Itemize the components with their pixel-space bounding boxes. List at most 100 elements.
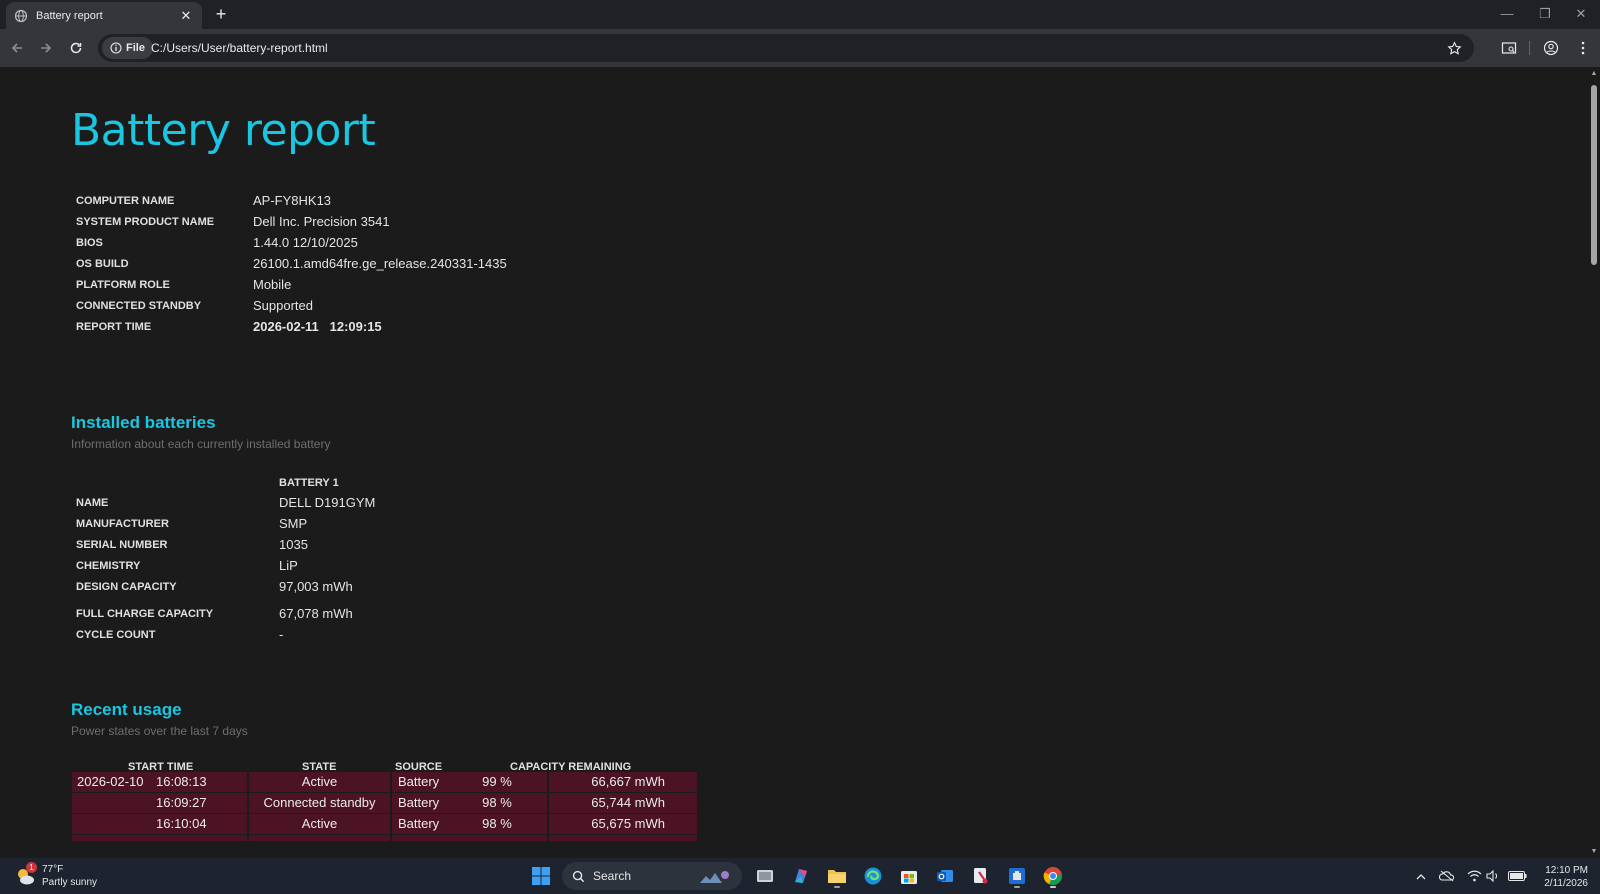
wifi-icon[interactable]: [1466, 868, 1482, 884]
battery-column-header: BATTERY 1: [279, 477, 339, 489]
battery-row: FULL CHARGE CAPACITY 67,078 mWh: [76, 606, 776, 626]
search-label: Search: [593, 869, 632, 883]
table-row: 2026-02-10 16:08:13 Active Battery 99 % …: [72, 772, 697, 792]
file-explorer-icon[interactable]: [824, 863, 850, 889]
battery-value: 67,078 mWh: [279, 606, 353, 621]
battery-label: FULL CHARGE CAPACITY: [76, 608, 214, 620]
battery-value: LiP: [279, 558, 298, 573]
battery-row: MANUFACTURER SMP: [76, 516, 776, 536]
mwh-cell: 65,675 mWh: [549, 814, 697, 834]
info-label: PLATFORM ROLE: [76, 279, 170, 291]
outlook-icon[interactable]: [932, 863, 958, 889]
restore-button[interactable]: ❐: [1526, 0, 1564, 27]
microsoft-365-icon[interactable]: [788, 863, 814, 889]
mwh-cell: 66,667 mWh: [549, 772, 697, 792]
recent-usage-heading: Recent usage: [71, 700, 182, 719]
state-cell: Active: [249, 772, 390, 792]
site-info-label: File: [126, 42, 145, 54]
address-bar[interactable]: File C:/Users/User/battery-report.html: [98, 34, 1474, 62]
page-content: Battery report COMPUTER NAME AP-FY8HK13 S…: [0, 67, 1588, 858]
toolbar-divider: [1529, 41, 1530, 55]
start-time: 16:08:13: [156, 774, 207, 789]
mwh-cell: [549, 835, 697, 841]
battery-label: DESIGN CAPACITY: [76, 581, 177, 593]
reload-icon: [70, 42, 82, 54]
close-tab-icon[interactable]: ✕: [178, 8, 194, 24]
show-hidden-icons-chevron-icon[interactable]: [1413, 868, 1429, 884]
back-arrow-icon: [11, 43, 22, 53]
percent-cell: 99 %: [447, 772, 547, 792]
snipping-tool-icon[interactable]: [968, 863, 994, 889]
volume-icon[interactable]: [1485, 868, 1501, 884]
microsoft-store-icon[interactable]: [896, 863, 922, 889]
scroll-up-icon[interactable]: ▲: [1590, 70, 1598, 77]
system-info-row: PLATFORM ROLE Mobile: [76, 277, 776, 297]
bookmark-star-icon[interactable]: [1444, 38, 1464, 58]
new-tab-button[interactable]: +: [210, 3, 232, 25]
start-button[interactable]: [528, 863, 554, 889]
info-value: AP-FY8HK13: [253, 193, 332, 208]
battery-value: DELL D191GYM: [279, 495, 376, 510]
report-time-value: 2026-02-11 12:09:15: [253, 319, 382, 334]
system-info-row: COMPUTER NAME AP-FY8HK13: [76, 193, 776, 213]
start-time: 16:10:04: [156, 816, 207, 831]
clock-time: 12:10 PM: [1545, 865, 1588, 876]
info-value: 26100.1.amd64fre.ge_release.240331-1435: [253, 256, 507, 271]
taskbar-clock[interactable]: 12:10 PM 2/11/2026: [1532, 864, 1588, 890]
page-scrollbar[interactable]: ▲ ▼: [1588, 67, 1600, 858]
app-window: Battery report ✕ + — ❐ ✕ File C:/Users/U…: [0, 0, 1600, 894]
state-cell: Connected standby: [249, 793, 390, 813]
info-label: OS BUILD: [76, 258, 129, 270]
taskbar-search[interactable]: Search: [562, 862, 742, 890]
start-time-cell: [72, 835, 247, 841]
battery-label: CYCLE COUNT: [76, 629, 156, 641]
battery-row: CHEMISTRY LiP: [76, 558, 776, 578]
scroll-down-icon[interactable]: ▼: [1590, 848, 1598, 855]
url-text[interactable]: C:/Users/User/battery-report.html: [151, 41, 328, 55]
state-cell: [249, 835, 390, 841]
company-portal-icon[interactable]: [1004, 863, 1030, 889]
clock-date: 2/11/2026: [1544, 878, 1588, 889]
percent-cell: [447, 835, 547, 841]
scrollbar-thumb[interactable]: [1591, 85, 1597, 265]
task-view-icon[interactable]: [752, 863, 778, 889]
weather-widget[interactable]: 1 77°F Partly sunny: [14, 862, 98, 889]
battery-row: CYCLE COUNT -: [76, 627, 776, 647]
battery-icon[interactable]: [1507, 868, 1527, 884]
battery-value: -: [279, 627, 284, 642]
weather-description: Partly sunny: [42, 877, 98, 888]
info-label: CONNECTED STANDBY: [76, 300, 202, 312]
tab-battery-report[interactable]: Battery report ✕: [6, 2, 202, 29]
battery-row: DESIGN CAPACITY 97,003 mWh: [76, 579, 776, 599]
tab-strip: Battery report ✕ + — ❐ ✕: [0, 0, 1600, 29]
start-time: 16:09:27: [156, 795, 207, 810]
chrome-icon[interactable]: [1040, 863, 1066, 889]
reload-button[interactable]: [65, 37, 87, 59]
installed-batteries-heading: Installed batteries: [71, 413, 216, 432]
table-row: 16:09:27 Connected standby Battery 98 % …: [72, 793, 697, 813]
site-info-chip[interactable]: File: [102, 37, 153, 59]
info-value: Dell Inc. Precision 3541: [253, 214, 390, 229]
windows-logo-icon: [532, 867, 550, 885]
minimize-button[interactable]: —: [1488, 0, 1526, 27]
battery-value: 1035: [279, 537, 308, 552]
info-label: COMPUTER NAME: [76, 195, 175, 207]
start-time-cell: 2026-02-10 16:08:13: [72, 772, 247, 792]
close-window-button[interactable]: ✕: [1562, 0, 1600, 27]
partly-sunny-icon: 1: [14, 862, 37, 887]
page-title: Battery report: [71, 105, 376, 156]
state-cell: Active: [249, 814, 390, 834]
system-info-row: SYSTEM PRODUCT NAME Dell Inc. Precision 3…: [76, 214, 776, 234]
profile-icon[interactable]: [1540, 37, 1562, 59]
weather-badge: 1: [26, 862, 37, 873]
tab-title: Battery report: [36, 9, 103, 22]
side-panel-search-icon[interactable]: [1498, 37, 1520, 59]
onedrive-sync-off-icon[interactable]: [1439, 868, 1455, 884]
back-button[interactable]: [6, 37, 28, 59]
system-info-row: OS BUILD 26100.1.amd64fre.ge_release.2403…: [76, 256, 776, 276]
battery-value: SMP: [279, 516, 308, 531]
system-info-row: REPORT TIME 2026-02-11 12:09:15: [76, 319, 776, 339]
kebab-menu-icon[interactable]: [1572, 37, 1594, 59]
edge-browser-icon[interactable]: [860, 863, 886, 889]
forward-button[interactable]: [35, 37, 57, 59]
